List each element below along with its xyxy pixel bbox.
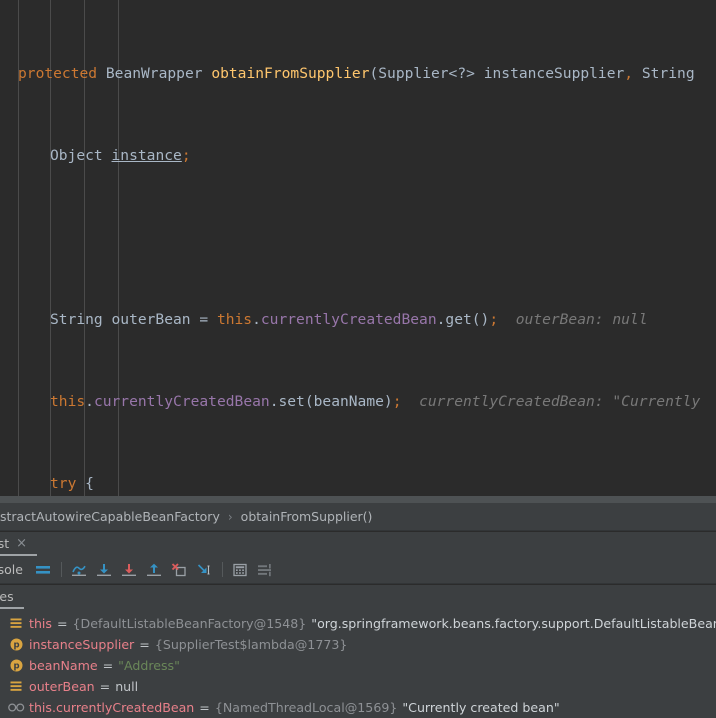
- evaluate-expression-button[interactable]: [228, 558, 253, 582]
- parameter-icon: p: [7, 638, 25, 652]
- variables-tab-label: bles: [0, 588, 14, 604]
- debug-toolbar: onsole: [0, 556, 716, 584]
- intellij-debugger-window: protected BeanWrapper obtainFromSupplier…: [0, 0, 716, 718]
- run-to-cursor-icon: [198, 563, 210, 575]
- show-execution-point-button[interactable]: [31, 558, 56, 582]
- code-line[interactable]: try {: [0, 474, 716, 495]
- run-tab-bar: est ×: [0, 532, 716, 556]
- drop-frame-button[interactable]: [167, 558, 192, 582]
- variable-value: "Address": [118, 658, 180, 673]
- variable-row[interactable]: p instanceSupplier = {SupplierTest$lambd…: [0, 634, 716, 655]
- step-into-button[interactable]: [92, 558, 117, 582]
- step-out-icon: [147, 563, 162, 576]
- code-editor[interactable]: protected BeanWrapper obtainFromSupplier…: [0, 0, 716, 496]
- variable-name: beanName: [29, 658, 98, 673]
- variable-value: null: [115, 679, 139, 694]
- variable-equals: =: [102, 658, 114, 673]
- parameter-icon: p: [7, 659, 25, 673]
- variable-ref: {NamedThreadLocal@1569}: [214, 700, 398, 715]
- code-content[interactable]: protected BeanWrapper obtainFromSupplier…: [0, 0, 716, 496]
- breadcrumb-class[interactable]: stractAutowireCapableBeanFactory: [0, 509, 220, 524]
- step-over-button[interactable]: [67, 558, 92, 582]
- variable-row[interactable]: outerBean = null: [0, 676, 716, 697]
- local-variable-icon: [7, 680, 25, 694]
- variable-ref: {SupplierTest$lambda@1773}: [154, 637, 348, 652]
- watch-icon: [7, 701, 25, 715]
- variable-row[interactable]: this = {DefaultListableBeanFactory@1548}…: [0, 613, 716, 634]
- local-variable-icon: [7, 617, 25, 631]
- variable-equals: =: [99, 679, 111, 694]
- variable-row[interactable]: this.currentlyCreatedBean = {NamedThread…: [0, 697, 716, 718]
- editor-horizontal-scrollbar[interactable]: [0, 496, 716, 503]
- variable-equals: =: [199, 700, 210, 715]
- toolbar-separator: [60, 562, 62, 577]
- svg-text:p: p: [13, 641, 19, 651]
- variable-value: "Currently created bean": [402, 700, 560, 715]
- settings-icon: [258, 563, 272, 576]
- tab-variables[interactable]: bles: [0, 585, 24, 609]
- variable-row[interactable]: p beanName = "Address": [0, 655, 716, 676]
- variable-name: this: [29, 616, 52, 631]
- show-execution-point-icon: [36, 565, 51, 574]
- code-line[interactable]: String outerBean = this.currentlyCreated…: [0, 310, 716, 331]
- code-line[interactable]: this.currentlyCreatedBean.set(beanName);…: [0, 392, 716, 413]
- drop-frame-icon: [172, 562, 187, 576]
- variables-tab-bar: bles: [0, 585, 716, 609]
- variable-equals: =: [56, 616, 68, 631]
- breadcrumb-separator-icon: ›: [227, 509, 233, 524]
- code-line[interactable]: [0, 228, 716, 249]
- variable-name: instanceSupplier: [29, 637, 135, 652]
- run-to-cursor-button[interactable]: [192, 558, 217, 582]
- step-over-icon: [72, 565, 87, 576]
- tab-label: est: [0, 535, 10, 551]
- svg-text:p: p: [13, 662, 19, 672]
- toolbar-separator: [221, 562, 223, 577]
- variable-ref: {DefaultListableBeanFactory@1548}: [72, 616, 307, 631]
- variable-value: "org.springframework.beans.factory.suppo…: [311, 616, 716, 631]
- breadcrumb-method[interactable]: obtainFromSupplier(): [241, 509, 373, 524]
- variables-panel[interactable]: this = {DefaultListableBeanFactory@1548}…: [0, 609, 716, 718]
- evaluate-expression-icon: [233, 563, 248, 576]
- tab-supplier-test[interactable]: est ×: [0, 532, 38, 556]
- variable-equals: =: [139, 637, 150, 652]
- force-step-into-icon: [122, 563, 137, 576]
- code-line[interactable]: Object instance;: [0, 146, 716, 167]
- layout-settings-button[interactable]: [253, 558, 278, 582]
- step-into-icon: [97, 563, 112, 576]
- code-line[interactable]: protected BeanWrapper obtainFromSupplier…: [0, 64, 716, 85]
- console-tab-label[interactable]: onsole: [0, 562, 23, 577]
- close-icon[interactable]: ×: [16, 537, 27, 550]
- step-out-button[interactable]: [142, 558, 167, 582]
- variable-name: outerBean: [29, 679, 95, 694]
- variable-name: this.currentlyCreatedBean: [29, 700, 195, 715]
- force-step-into-button[interactable]: [117, 558, 142, 582]
- breadcrumb[interactable]: stractAutowireCapableBeanFactory › obtai…: [0, 503, 716, 531]
